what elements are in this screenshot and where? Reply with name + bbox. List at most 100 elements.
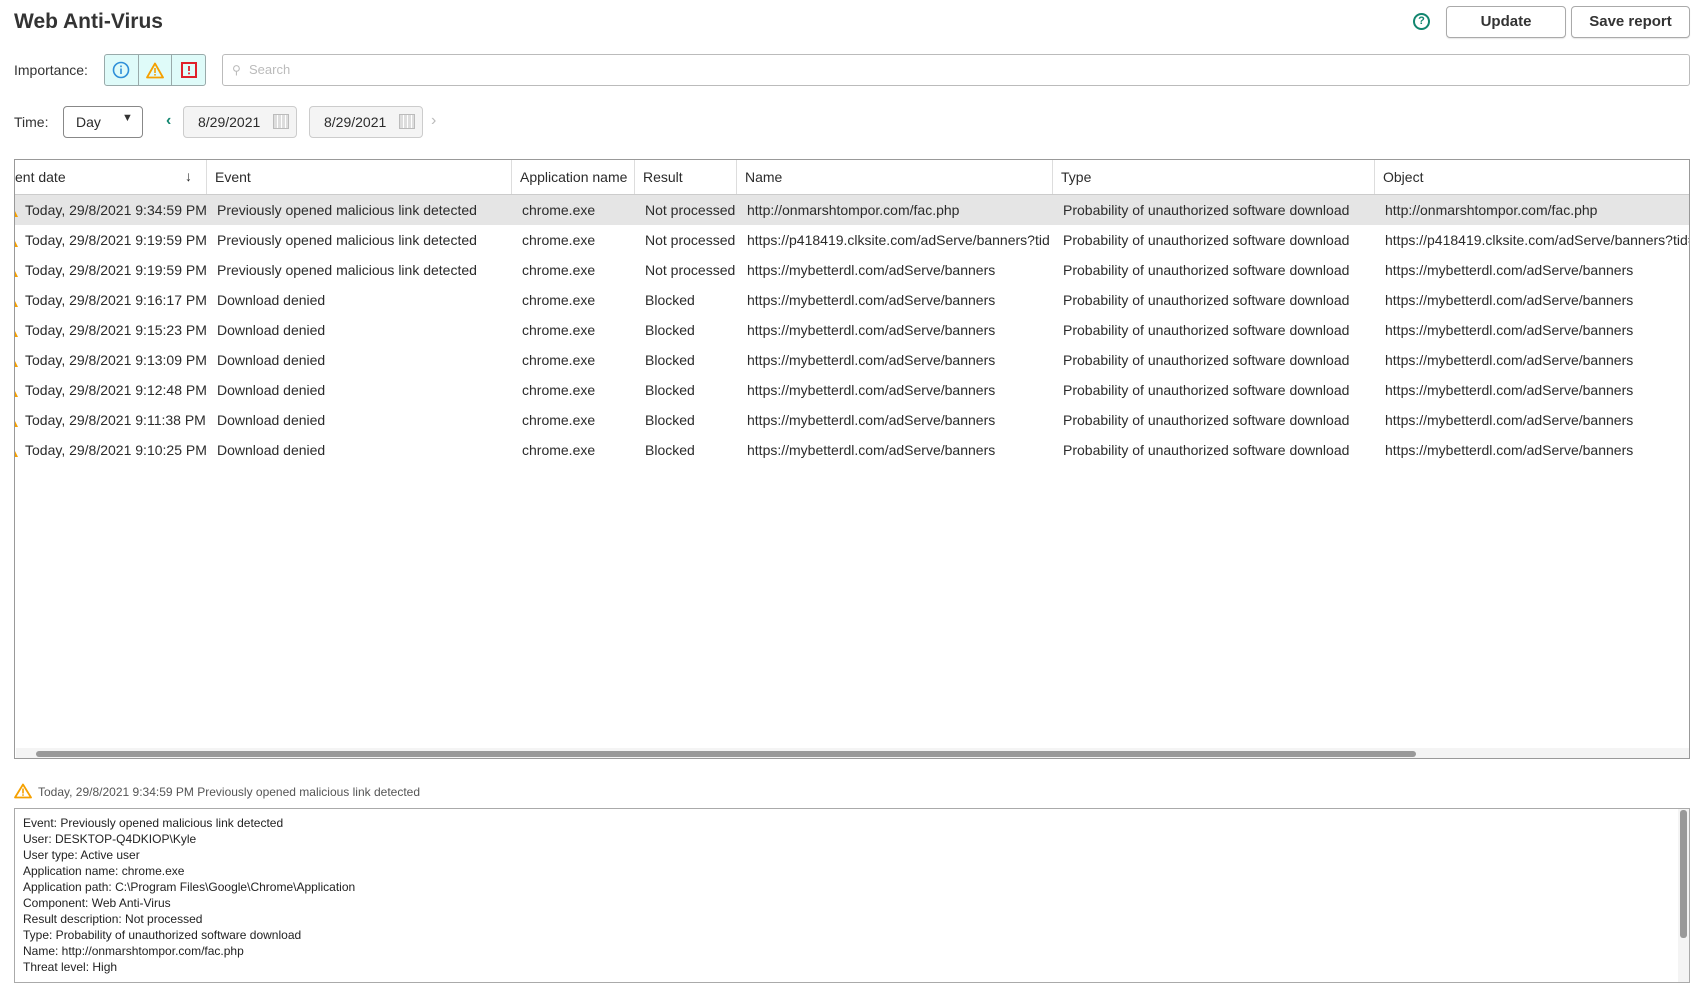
column-header-event[interactable]: Event (207, 160, 512, 194)
cell-name: https://mybetterdl.com/adServe/banners (747, 262, 996, 278)
cell-object: https://mybetterdl.com/adServe/banners (1385, 352, 1634, 368)
cell-application-name: chrome.exe (522, 202, 596, 218)
cell-result: Blocked (645, 352, 695, 368)
cell-type: Probability of unauthorized software dow… (1063, 292, 1350, 308)
cell-event-date: Today, 29/8/2021 9:13:09 PM (25, 352, 207, 368)
cell-type: Probability of unauthorized software dow… (1063, 232, 1350, 248)
cell-application-name: chrome.exe (522, 412, 596, 428)
cell-event: Download denied (217, 322, 326, 338)
vertical-scrollbar[interactable] (1678, 809, 1689, 982)
critical-filter-toggle[interactable] (172, 55, 205, 85)
next-period-button[interactable]: › (431, 112, 436, 130)
cell-type: Probability of unauthorized software dow… (1063, 322, 1350, 338)
table-row[interactable]: Today, 29/8/2021 9:19:59 PM Previously op… (15, 225, 1690, 255)
cell-object: http://onmarshtompor.com/fac.php (1385, 202, 1598, 218)
cell-type: Probability of unauthorized software dow… (1063, 382, 1350, 398)
cell-object: https://mybetterdl.com/adServe/banners (1385, 292, 1634, 308)
importance-filter (104, 54, 206, 86)
cell-event: Previously opened malicious link detecte… (217, 262, 477, 278)
cell-event: Download denied (217, 412, 326, 428)
save-report-button[interactable]: Save report (1571, 6, 1690, 38)
cell-application-name: chrome.exe (522, 232, 596, 248)
detail-line: Threat level: High (23, 960, 118, 974)
column-header-type[interactable]: Type (1053, 160, 1375, 194)
selected-event-title: Today, 29/8/2021 9:34:59 PM Previously o… (38, 785, 421, 799)
cell-application-name: chrome.exe (522, 292, 596, 308)
table-row[interactable]: Today, 29/8/2021 9:11:38 PM Download deni… (15, 405, 1689, 435)
cell-type: Probability of unauthorized software dow… (1063, 262, 1350, 278)
previous-period-button[interactable]: ‹ (166, 112, 171, 130)
event-details-box[interactable]: Event: Previously opened malicious link … (14, 808, 1690, 983)
column-header-object[interactable]: Object (1375, 160, 1689, 194)
cell-result: Blocked (645, 442, 695, 458)
column-header-application-name[interactable]: Application name (512, 160, 635, 194)
table-row[interactable]: Today, 29/8/2021 9:16:17 PM Download deni… (15, 285, 1689, 315)
cell-name: https://p418419.clksite.com/adServe/bann… (747, 232, 1050, 248)
cell-object: https://mybetterdl.com/adServe/banners (1385, 262, 1634, 278)
detail-line: Component: Web Anti-Virus (23, 896, 171, 910)
table-row[interactable]: Today, 29/8/2021 9:10:25 PM Download deni… (15, 435, 1689, 465)
cell-event-date: Today, 29/8/2021 9:11:38 PM (25, 412, 206, 428)
cell-name: https://mybetterdl.com/adServe/banners (747, 292, 996, 308)
detail-line: Application name: chrome.exe (23, 864, 185, 878)
chevron-down-icon: ▼ (122, 112, 133, 124)
scrollbar-thumb[interactable] (36, 751, 1416, 757)
cell-object: https://mybetterdl.com/adServe/banners (1385, 442, 1634, 458)
time-label: Time: (14, 114, 49, 130)
cell-event-date: Today, 29/8/2021 9:12:48 PM (25, 382, 207, 398)
cell-event: Download denied (217, 382, 326, 398)
cell-result: Blocked (645, 322, 695, 338)
cell-name: http://onmarshtompor.com/fac.php (747, 202, 960, 218)
update-button[interactable]: Update (1446, 6, 1566, 38)
events-table: ent date ↓ Event Application name Result… (14, 159, 1690, 759)
detail-line: User: DESKTOP-Q4DKIOP\Kyle (23, 832, 197, 846)
importance-label: Importance: (14, 62, 88, 78)
calendar-icon[interactable] (399, 114, 415, 129)
cell-type: Probability of unauthorized software dow… (1063, 412, 1350, 428)
cell-type: Probability of unauthorized software dow… (1063, 352, 1350, 368)
cell-name: https://mybetterdl.com/adServe/banners (747, 352, 996, 368)
warning-icon (146, 62, 164, 78)
calendar-icon[interactable] (273, 114, 289, 129)
horizontal-scrollbar[interactable] (16, 748, 1689, 758)
table-row[interactable]: Today, 29/8/2021 9:15:23 PM Download deni… (15, 315, 1689, 345)
cell-application-name: chrome.exe (522, 352, 596, 368)
detail-line: User type: Active user (23, 848, 140, 862)
cell-application-name: chrome.exe (522, 442, 596, 458)
table-row[interactable]: Today, 29/8/2021 9:13:09 PM Download deni… (15, 345, 1689, 375)
cell-object: https://mybetterdl.com/adServe/banners (1385, 382, 1634, 398)
cell-result: Blocked (645, 292, 695, 308)
table-row[interactable]: Today, 29/8/2021 9:19:59 PM Previously op… (15, 255, 1689, 285)
cell-event: Previously opened malicious link detecte… (217, 232, 477, 248)
cell-result: Not processed (645, 202, 736, 218)
table-row[interactable]: Today, 29/8/2021 9:34:59 PM Previously op… (15, 195, 1689, 225)
column-header-event-date[interactable]: ent date (15, 160, 207, 194)
info-filter-toggle[interactable] (105, 55, 139, 85)
table-row[interactable]: Today, 29/8/2021 9:12:48 PM Download deni… (15, 375, 1689, 405)
cell-event-date: Today, 29/8/2021 9:15:23 PM (25, 322, 207, 338)
cell-event: Download denied (217, 352, 326, 368)
cell-event: Previously opened malicious link detecte… (217, 202, 477, 218)
column-header-result[interactable]: Result (635, 160, 737, 194)
cell-application-name: chrome.exe (522, 382, 596, 398)
cell-type: Probability of unauthorized software dow… (1063, 442, 1350, 458)
sort-descending-icon[interactable]: ↓ (185, 168, 192, 184)
help-icon[interactable]: ? (1413, 13, 1430, 30)
page-title: Web Anti-Virus (14, 10, 163, 33)
cell-name: https://mybetterdl.com/adServe/banners (747, 412, 996, 428)
cell-object: https://p418419.clksite.com/adServe/bann… (1385, 232, 1690, 248)
cell-result: Not processed (645, 232, 736, 248)
cell-result: Not processed (645, 262, 736, 278)
column-header-name[interactable]: Name (737, 160, 1053, 194)
warning-filter-toggle[interactable] (139, 55, 173, 85)
cell-name: https://mybetterdl.com/adServe/banners (747, 442, 996, 458)
search-icon: ⚲ (232, 63, 241, 77)
search-input[interactable]: Search (222, 54, 1690, 86)
cell-name: https://mybetterdl.com/adServe/banners (747, 322, 996, 338)
cell-name: https://mybetterdl.com/adServe/banners (747, 382, 996, 398)
cell-application-name: chrome.exe (522, 262, 596, 278)
cell-object: https://mybetterdl.com/adServe/banners (1385, 322, 1634, 338)
scrollbar-thumb[interactable] (1680, 810, 1687, 938)
warning-icon (14, 783, 32, 799)
cell-type: Probability of unauthorized software dow… (1063, 202, 1350, 218)
